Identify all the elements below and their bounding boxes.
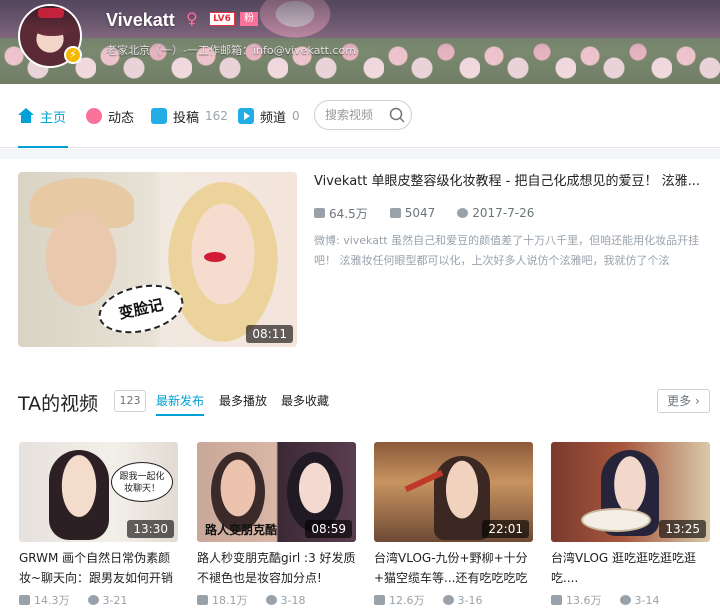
video-views: 13.6万 (566, 594, 602, 607)
video-duration: 08:59 (305, 520, 352, 538)
video-date: 3-18 (280, 593, 306, 607)
thumbnail-overlay-text: 路人变朋克酷 (205, 523, 278, 537)
username: Vivekatt (106, 10, 175, 30)
tab-home[interactable]: 主页 (18, 106, 66, 126)
video-search[interactable] (314, 100, 412, 130)
video-date: 3-21 (102, 593, 128, 607)
play-count-icon (374, 595, 385, 605)
section-title: TA的视频 (18, 393, 99, 415)
video-card[interactable]: 跟我一起化妆聊天！ 13:30 GRWM 画个自然日常伪素颜妆~聊天向：跟男友如… (19, 442, 178, 608)
video-views: 14.3万 (34, 594, 70, 607)
video-thumbnail[interactable]: 13:25 (551, 442, 710, 542)
search-icon[interactable] (389, 107, 405, 123)
clock-icon (87, 595, 99, 605)
clock-icon (619, 595, 631, 605)
tab-uploads-count: 162 (205, 109, 228, 123)
search-input[interactable] (325, 107, 389, 123)
video-card[interactable]: 13:25 台湾VLOG 逛吃逛吃逛吃逛吃.... 13.6万 3-14 (551, 442, 710, 608)
featured-date: 2017-7-26 (472, 206, 535, 220)
tab-channel[interactable]: 频道 0 (238, 106, 300, 126)
featured-danmaku: 5047 (404, 206, 436, 220)
profile-subtitle: 老家北京（一）-一工作邮箱：info@vivekatt.com (106, 44, 356, 57)
video-title[interactable]: 台湾VLOG-九份+野柳+十分+猫空缆车等...还有吃吃吃吃 (374, 548, 533, 588)
clock-icon (442, 595, 454, 605)
video-date: 3-14 (634, 593, 660, 607)
clock-icon (265, 595, 277, 605)
video-thumbnail[interactable]: 跟我一起化妆聊天！ 13:30 (19, 442, 178, 542)
tab-uploads[interactable]: 投稿 162 (151, 106, 228, 126)
section-count: 123 (114, 390, 146, 412)
featured-video-description: 微博: vivekatt 虽然自己和爱豆的颜值差了十万八千里，但咱还能用化妆品开… (314, 234, 700, 267)
level-badge: LV6 (209, 12, 235, 26)
tab-channel-label: 频道 (260, 110, 287, 126)
tab-latest[interactable]: 最新发布 (156, 392, 204, 409)
featured-views: 64.5万 (329, 206, 368, 221)
profile-banner: ⚡ Vivekatt ♀ LV6 粉 老家北京（一）-一工作邮箱：info@vi… (0, 0, 720, 84)
play-count-icon (314, 208, 325, 218)
tab-most-favorited[interactable]: 最多收藏 (281, 392, 329, 409)
video-duration: 13:30 (127, 520, 174, 538)
video-views: 12.6万 (389, 594, 425, 607)
active-section-tab-indicator (156, 414, 204, 416)
more-button[interactable]: 更多 › (657, 389, 710, 413)
female-icon: ♀ (186, 9, 198, 28)
tv-icon (151, 108, 167, 124)
clock-icon (457, 208, 469, 218)
danmaku-icon (389, 208, 401, 218)
video-duration: 08:11 (246, 325, 293, 343)
tab-home-label: 主页 (40, 110, 67, 126)
active-tab-indicator (18, 146, 68, 148)
play-count-icon (19, 595, 30, 605)
video-card[interactable]: 路人变朋克酷 08:59 路人秒变朋克酷girl :3 好发质不褪色也是妆容加分… (197, 442, 356, 608)
tab-channel-count: 0 (292, 109, 300, 123)
video-views: 18.1万 (212, 594, 248, 607)
featured-video-meta: 64.5万 5047 2017-7-26 (314, 205, 556, 221)
video-thumbnail[interactable]: 22:01 (374, 442, 533, 542)
featured-video-thumbnail[interactable]: 变脸记 08:11 (18, 172, 297, 347)
tab-most-played[interactable]: 最多播放 (219, 392, 267, 409)
chevron-right-icon: › (695, 394, 700, 408)
video-thumbnail[interactable]: 路人变朋克酷 08:59 (197, 442, 356, 542)
play-count-icon (551, 595, 562, 605)
dynamic-icon (86, 108, 102, 124)
video-duration: 13:25 (659, 520, 706, 538)
thumbnail-overlay-text: 跟我一起化妆聊天！ (111, 462, 173, 502)
more-button-label: 更多 (667, 394, 692, 408)
channel-icon (238, 108, 254, 124)
tab-uploads-label: 投稿 (173, 110, 200, 126)
play-count-icon (197, 595, 208, 605)
fan-tag: 粉 (240, 12, 258, 26)
video-title[interactable]: 台湾VLOG 逛吃逛吃逛吃逛吃.... (551, 548, 710, 588)
verified-bolt-icon: ⚡ (64, 46, 82, 64)
video-date: 3-16 (457, 593, 483, 607)
video-title[interactable]: 路人秒变朋克酷girl :3 好发质不褪色也是妆容加分点! (197, 548, 356, 588)
video-duration: 22:01 (482, 520, 529, 538)
tab-dynamic-label: 动态 (108, 110, 135, 126)
video-card[interactable]: 22:01 台湾VLOG-九份+野柳+十分+猫空缆车等...还有吃吃吃吃 12.… (374, 442, 533, 608)
tab-dynamic[interactable]: 动态 (86, 106, 134, 126)
home-icon (18, 108, 34, 124)
video-title[interactable]: GRWM 画个自然日常伪素颜妆~聊天向：跟男友如何开销 (19, 548, 178, 588)
featured-video-title[interactable]: Vivekatt 单眼皮整容级化妆教程 - 把自己化成想见的爱豆！ 泫雅... (314, 173, 718, 191)
